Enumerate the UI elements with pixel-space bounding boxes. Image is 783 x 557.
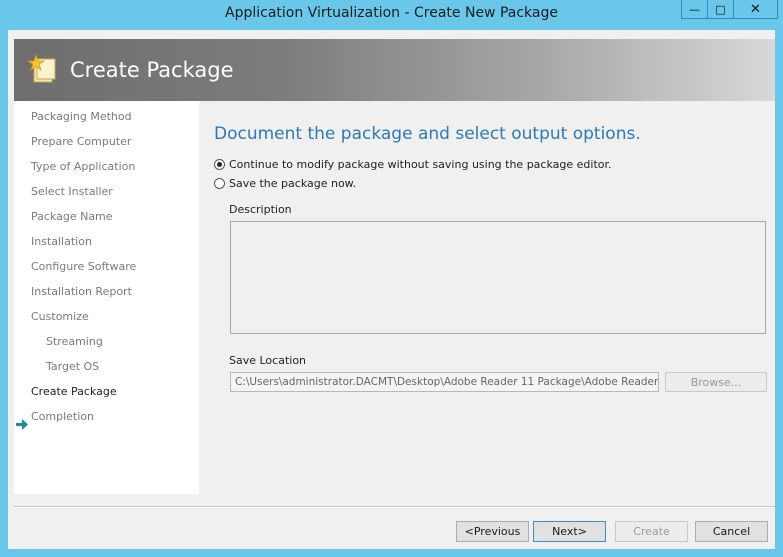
footer-divider <box>14 506 775 508</box>
app-window: Application Virtualization - Create New … <box>0 0 783 557</box>
previous-button[interactable]: <Previous <box>456 521 529 542</box>
save-location-field[interactable]: C:\Users\administrator.DACMT\Desktop\Ado… <box>230 372 659 392</box>
wizard-banner: Create Package <box>14 39 775 101</box>
window-title: Application Virtualization - Create New … <box>225 5 558 21</box>
wizard-client-area: Create Package Packaging Method Prepare … <box>8 30 775 549</box>
current-step-arrow-icon <box>16 419 28 430</box>
maximize-button[interactable]: □ <box>708 0 734 19</box>
nav-step-packaging-method: Packaging Method <box>31 110 132 123</box>
radio-save-unchecked[interactable] <box>214 178 225 189</box>
cancel-button[interactable]: Cancel <box>695 521 768 542</box>
page-heading: Document the package and select output o… <box>214 124 641 144</box>
wizard-steps-panel: Packaging Method Prepare Computer Type o… <box>14 101 199 494</box>
nav-step-target-os: Target OS <box>46 360 100 373</box>
nav-step-streaming: Streaming <box>46 335 103 348</box>
nav-step-installation: Installation <box>31 235 92 248</box>
title-bar[interactable]: Application Virtualization - Create New … <box>0 0 783 30</box>
close-icon: ✕ <box>750 1 761 17</box>
radio-continue-checked[interactable] <box>214 159 225 170</box>
minimize-icon: — <box>689 2 700 16</box>
description-label: Description <box>229 203 292 216</box>
nav-step-customize: Customize <box>31 310 89 323</box>
minimize-button[interactable]: — <box>681 0 708 19</box>
option-save-label: Save the package now. <box>229 177 357 190</box>
nav-step-package-name: Package Name <box>31 210 113 223</box>
package-icon <box>28 53 56 83</box>
browse-button[interactable]: Browse... <box>665 372 767 392</box>
nav-step-select-installer: Select Installer <box>31 185 113 198</box>
nav-step-completion: Completion <box>31 410 95 423</box>
option-continue-editing[interactable]: Continue to modify package without savin… <box>214 158 612 171</box>
nav-step-create-package: Create Package <box>31 385 117 398</box>
nav-step-configure-software: Configure Software <box>31 260 137 273</box>
close-button[interactable]: ✕ <box>734 0 778 19</box>
description-textarea[interactable] <box>230 221 766 334</box>
nav-step-type-of-application: Type of Application <box>31 160 136 173</box>
create-button[interactable]: Create <box>615 521 688 542</box>
save-location-label: Save Location <box>229 354 307 367</box>
maximize-icon: □ <box>715 2 726 16</box>
nav-step-prepare-computer: Prepare Computer <box>31 135 132 148</box>
banner-title: Create Package <box>70 58 234 82</box>
option-save-now[interactable]: Save the package now. <box>214 177 356 190</box>
option-continue-label: Continue to modify package without savin… <box>229 158 612 171</box>
next-button[interactable]: Next> <box>533 521 606 542</box>
nav-step-installation-report: Installation Report <box>31 285 132 298</box>
